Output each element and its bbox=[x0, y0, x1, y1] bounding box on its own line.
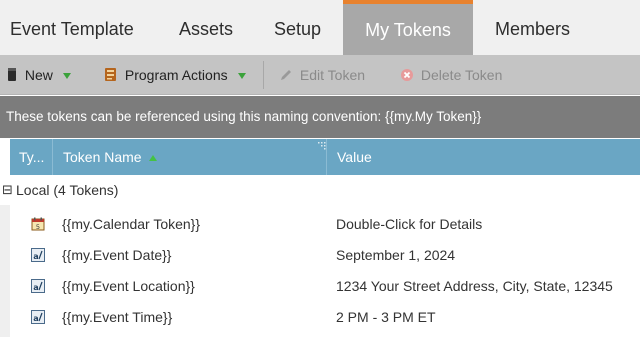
new-label: New bbox=[24, 67, 53, 83]
program-actions-icon bbox=[105, 68, 116, 81]
pencil-icon bbox=[281, 70, 291, 80]
token-name: {{my.Event Date}} bbox=[62, 247, 172, 263]
new-button[interactable]: New bbox=[7, 55, 71, 95]
edit-token-label: Edit Token bbox=[299, 67, 366, 83]
toolbar: New Program Actions Edit Token Delete To… bbox=[0, 55, 640, 95]
token-value: September 1, 2024 bbox=[336, 247, 456, 263]
row-gutter bbox=[0, 205, 10, 337]
text-token-icon: a bbox=[31, 279, 45, 293]
svg-text:a: a bbox=[33, 283, 38, 292]
sort-ascending-icon bbox=[149, 155, 158, 162]
tab-members[interactable]: Members bbox=[495, 0, 570, 55]
text-token-icon: a bbox=[31, 248, 45, 262]
program-actions-button[interactable]: Program Actions bbox=[104, 55, 246, 95]
token-value: 1234 Your Street Address, City, State, 1… bbox=[336, 278, 613, 294]
token-row[interactable]: 5 {{my.Calendar Token}} Double-Click for… bbox=[10, 209, 640, 239]
calendar-token-icon: 5 bbox=[31, 217, 45, 231]
token-row[interactable]: a {{my.Event Date}} September 1, 2024 bbox=[10, 240, 640, 270]
svg-text:5: 5 bbox=[36, 223, 40, 231]
tab-setup[interactable]: Setup bbox=[274, 0, 321, 55]
token-row[interactable]: a {{my.Event Time}} 2 PM - 3 PM ET bbox=[10, 302, 640, 332]
new-icon bbox=[8, 68, 16, 81]
edit-token-button[interactable]: Edit Token bbox=[279, 55, 365, 95]
column-header-value[interactable]: Value bbox=[337, 139, 372, 175]
column-header-type[interactable]: Ty... bbox=[19, 139, 44, 175]
delete-icon bbox=[401, 69, 413, 81]
tab-my-tokens[interactable]: My Tokens bbox=[343, 0, 473, 55]
token-grid: ⊟ Local (4 Tokens) 5 {{my.Calendar Token… bbox=[0, 175, 640, 337]
program-actions-label: Program Actions bbox=[124, 67, 228, 83]
tab-bar: Event Template Assets Setup My Tokens Me… bbox=[0, 0, 640, 55]
column-divider bbox=[326, 139, 327, 175]
text-token-icon: a bbox=[31, 310, 45, 324]
naming-convention-info: These tokens can be referenced using thi… bbox=[0, 96, 640, 138]
token-value: 2 PM - 3 PM ET bbox=[336, 309, 436, 325]
token-name-header-label: Token Name bbox=[63, 149, 142, 165]
delete-token-label: Delete Token bbox=[420, 67, 503, 83]
token-value: Double-Click for Details bbox=[336, 216, 483, 232]
column-header-token-name[interactable]: Token Name bbox=[63, 139, 158, 175]
program-actions-dropdown-arrow-icon bbox=[237, 73, 246, 80]
token-name: {{my.Event Time}} bbox=[62, 309, 173, 325]
column-menu-grip-icon[interactable] bbox=[318, 142, 326, 150]
collapse-group-icon[interactable]: ⊟ bbox=[2, 175, 13, 205]
new-dropdown-arrow-icon bbox=[62, 73, 71, 80]
column-divider bbox=[52, 139, 53, 175]
token-row[interactable]: a {{my.Event Location}} 1234 Your Street… bbox=[10, 271, 640, 301]
delete-token-button[interactable]: Delete Token bbox=[400, 55, 502, 95]
group-row-local[interactable]: ⊟ Local (4 Tokens) bbox=[0, 175, 640, 205]
grid-header: Ty... Token Name Value bbox=[10, 139, 640, 175]
tab-event-template[interactable]: Event Template bbox=[10, 0, 134, 55]
svg-text:a: a bbox=[33, 252, 38, 261]
token-name: {{my.Event Location}} bbox=[62, 278, 195, 294]
token-name: {{my.Calendar Token}} bbox=[62, 216, 201, 232]
group-label: Local (4 Tokens) bbox=[16, 182, 119, 198]
svg-text:a: a bbox=[33, 314, 38, 323]
tab-assets[interactable]: Assets bbox=[179, 0, 233, 55]
toolbar-separator bbox=[263, 61, 264, 89]
